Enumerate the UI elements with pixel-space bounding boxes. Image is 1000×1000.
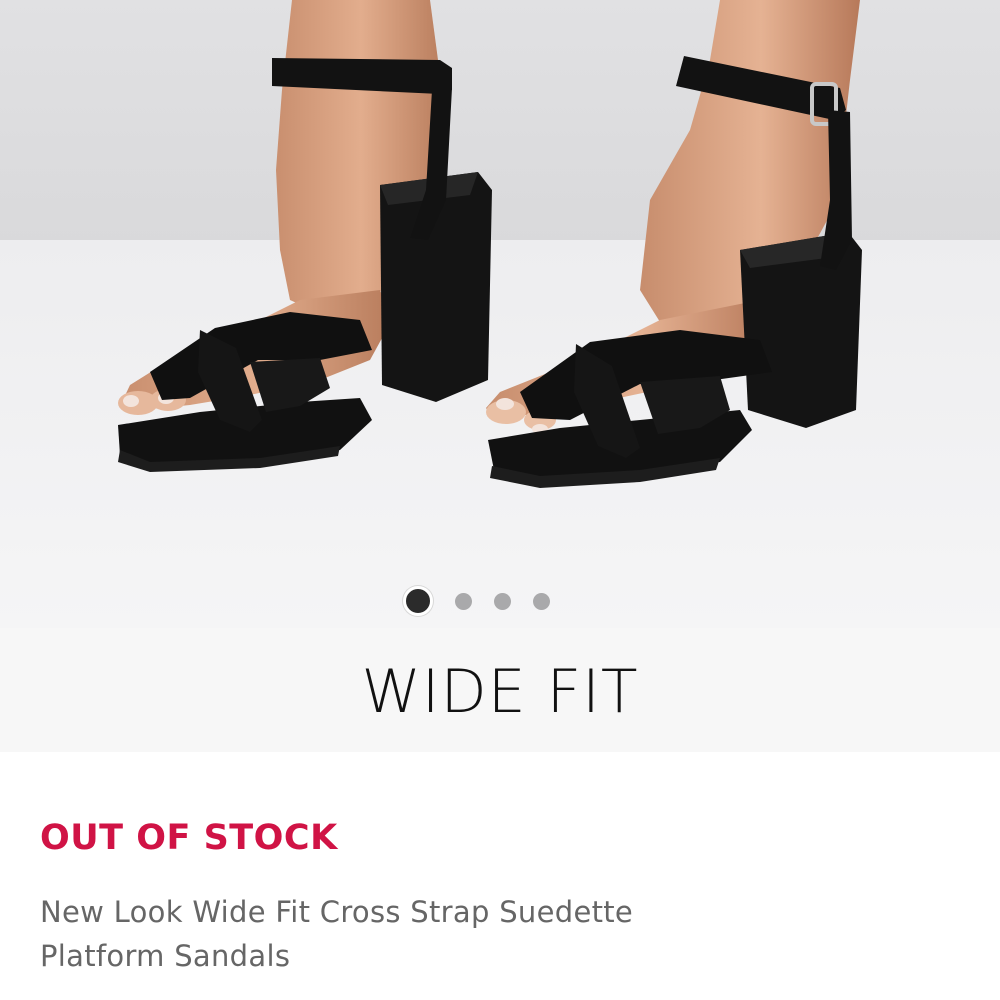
product-image-gallery[interactable] [0, 0, 1000, 628]
carousel-dot-2[interactable] [454, 592, 472, 610]
product-name: New Look Wide Fit Cross Strap Suedette P… [40, 895, 634, 973]
carousel-dot-1[interactable] [402, 586, 433, 616]
carousel-dot-3[interactable] [493, 592, 511, 610]
product-photo[interactable] [0, 0, 1000, 628]
carousel-dot-4[interactable] [532, 592, 550, 610]
banner-title: WIDE FIT [361, 657, 639, 727]
product-info: OUT OF STOCK New Look Wide Fit Cross Str… [40, 752, 960, 978]
wide-fit-banner: WIDE FIT [0, 628, 1000, 752]
carousel-pagination [0, 584, 976, 618]
stock-status-label: OUT OF STOCK [40, 818, 338, 858]
